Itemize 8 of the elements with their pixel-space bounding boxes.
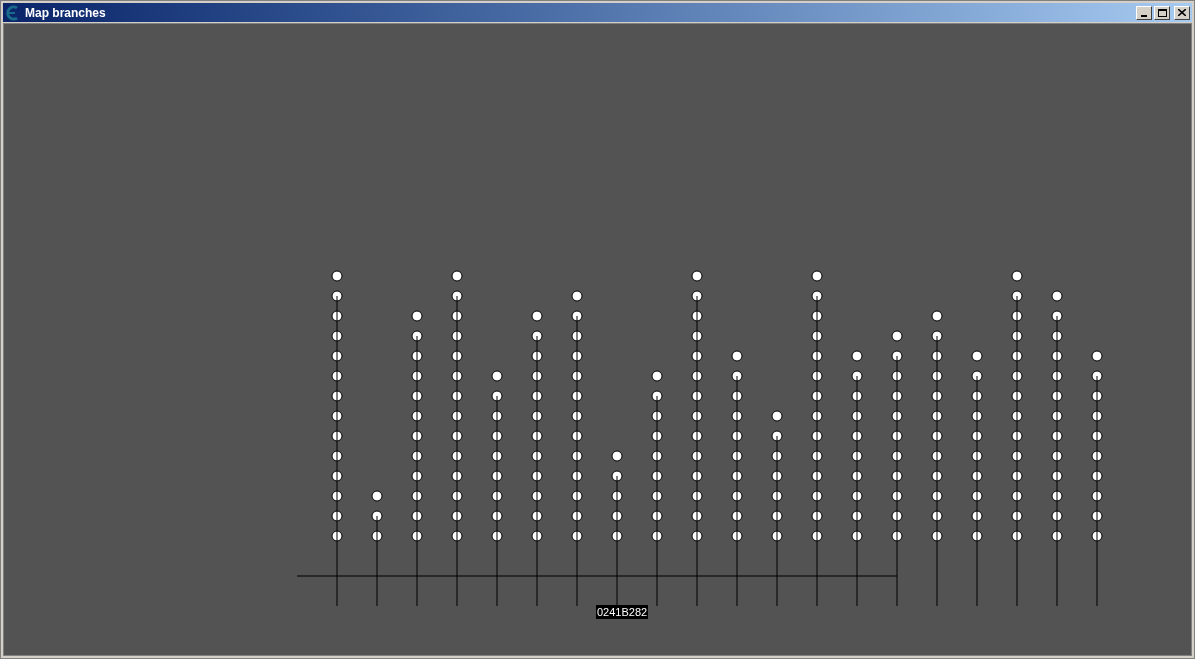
maximize-icon	[1157, 8, 1167, 17]
maximize-button[interactable]	[1154, 5, 1170, 20]
minimize-button[interactable]	[1136, 5, 1152, 20]
branch-label: 0241B282	[596, 605, 649, 619]
window-title: Map branches	[25, 6, 106, 19]
close-button[interactable]	[1174, 5, 1190, 20]
minimize-icon	[1141, 14, 1147, 17]
close-icon	[1178, 9, 1186, 16]
